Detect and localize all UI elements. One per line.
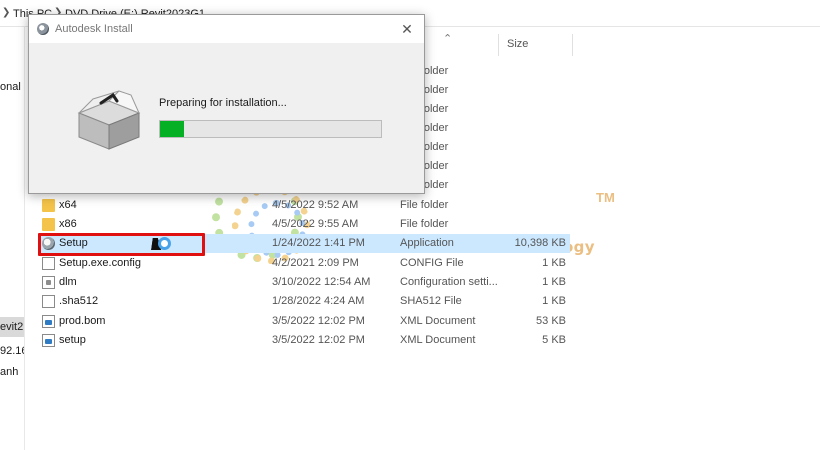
- dialog-title: Autodesk Install: [55, 23, 133, 35]
- file-name: .sha512: [59, 295, 99, 307]
- autodesk-install-dialog[interactable]: Autodesk Install ✕ Preparing for install…: [28, 14, 425, 194]
- file-size: 1 KB: [542, 295, 566, 307]
- dialog-titlebar[interactable]: Autodesk Install ✕: [29, 15, 424, 43]
- xml-document-icon: [42, 334, 55, 347]
- file-icon: [42, 257, 55, 270]
- config-file-icon: [42, 276, 55, 289]
- file-type: SHA512 File: [400, 295, 462, 307]
- file-date: 4/5/2022 9:52 AM: [272, 199, 359, 211]
- file-type: CONFIG File: [400, 257, 464, 269]
- screen: ❯ This PC ❯ DVD Drive (E:) Revit2023G1 o…: [0, 0, 820, 450]
- navigation-pane[interactable]: onal evit2 92.16 anh: [0, 27, 25, 450]
- close-icon: ✕: [401, 21, 413, 37]
- column-size[interactable]: Size: [507, 38, 528, 50]
- column-divider[interactable]: [498, 34, 499, 56]
- file-date: 3/5/2022 12:02 PM: [272, 315, 365, 327]
- file-date: 3/10/2022 12:54 AM: [272, 276, 371, 288]
- table-row[interactable]: dlm 3/10/2022 12:54 AM Configuration set…: [38, 273, 570, 292]
- table-row[interactable]: prod.bom 3/5/2022 12:02 PM XML Document …: [38, 312, 570, 331]
- file-size: 1 KB: [542, 276, 566, 288]
- file-size: 53 KB: [536, 315, 566, 327]
- progress-fill: [160, 121, 184, 137]
- column-divider[interactable]: [572, 34, 573, 56]
- file-type: File folder: [400, 218, 449, 230]
- xml-document-icon: [42, 315, 55, 328]
- file-name: x86: [59, 218, 77, 230]
- install-status-text: Preparing for installation...: [159, 97, 287, 109]
- autodesk-app-icon: [37, 23, 49, 35]
- file-size: 1 KB: [542, 257, 566, 269]
- file-date: 1/28/2022 4:24 AM: [272, 295, 365, 307]
- nav-item[interactable]: onal: [0, 81, 21, 93]
- close-button[interactable]: ✕: [396, 19, 418, 39]
- file-date: 1/24/2022 1:41 PM: [272, 237, 365, 249]
- folder-icon: [42, 218, 55, 231]
- file-date: 3/5/2022 12:02 PM: [272, 334, 365, 346]
- file-name: prod.bom: [59, 315, 106, 327]
- file-size: 10,398 KB: [514, 237, 566, 249]
- sort-ascending-icon: ⌃: [443, 33, 453, 45]
- file-name: setup: [59, 334, 86, 346]
- table-row[interactable]: x86 4/5/2022 9:55 AM File folder: [38, 215, 570, 234]
- table-row[interactable]: .sha512 1/28/2022 4:24 AM SHA512 File 1 …: [38, 292, 570, 311]
- table-row[interactable]: setup 3/5/2022 12:02 PM XML Document 5 K…: [38, 331, 570, 350]
- table-row-selected[interactable]: Setup 1/24/2022 1:41 PM Application 10,3…: [38, 234, 570, 253]
- file-name: Setup: [59, 237, 88, 249]
- install-box-icon: [77, 90, 141, 150]
- folder-icon: [42, 199, 55, 212]
- table-row[interactable]: x64 4/5/2022 9:52 AM File folder: [38, 196, 570, 215]
- file-name: dlm: [59, 276, 77, 288]
- nav-item-selected[interactable]: evit2: [0, 317, 24, 337]
- chevron-right-icon: ❯: [2, 7, 11, 18]
- file-name: Setup.exe.config: [59, 257, 141, 269]
- install-progress-bar: [159, 120, 382, 138]
- file-name: x64: [59, 199, 77, 211]
- table-row[interactable]: Setup.exe.config 4/2/2021 2:09 PM CONFIG…: [38, 254, 570, 273]
- watermark-tm: TM: [596, 190, 615, 205]
- file-date: 4/5/2022 9:55 AM: [272, 218, 359, 230]
- file-icon: [42, 295, 55, 308]
- file-size: 5 KB: [542, 334, 566, 346]
- setup-app-icon: [42, 237, 55, 250]
- file-date: 4/2/2021 2:09 PM: [272, 257, 359, 269]
- busy-spinner-icon: [158, 237, 171, 250]
- file-type: File folder: [400, 199, 449, 211]
- nav-item[interactable]: anh: [0, 366, 18, 378]
- file-type: Application: [400, 237, 454, 249]
- nav-item[interactable]: 92.16: [0, 345, 24, 357]
